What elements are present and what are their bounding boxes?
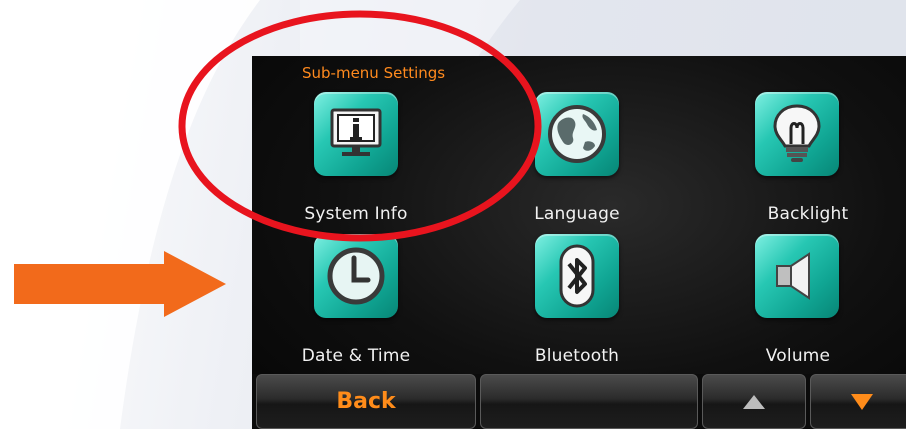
clock-icon <box>327 247 385 305</box>
language-tile[interactable] <box>535 92 619 176</box>
scroll-up-button[interactable] <box>702 374 806 429</box>
volume-tile[interactable] <box>755 234 839 318</box>
scroll-down-button[interactable] <box>810 374 906 429</box>
backlight-tile[interactable] <box>755 92 839 176</box>
bluetooth-icon <box>559 244 595 308</box>
volume-label: Volume <box>765 346 831 366</box>
backlight-label: Backlight <box>767 204 849 224</box>
blank-button[interactable] <box>480 374 698 429</box>
globe-icon <box>548 105 606 163</box>
bluetooth-tile[interactable] <box>535 234 619 318</box>
back-button[interactable]: Back <box>256 374 476 429</box>
bottom-button-bar: Back <box>252 374 906 429</box>
up-arrow-icon <box>743 394 765 409</box>
bluetooth-label: Bluetooth <box>534 346 620 366</box>
back-button-label: Back <box>336 389 396 414</box>
down-arrow-icon <box>851 393 873 410</box>
speaker-icon <box>776 252 810 300</box>
date-time-label: Date & Time <box>301 346 411 366</box>
red-highlight-ellipse <box>178 10 542 242</box>
lightbulb-icon <box>773 104 821 162</box>
orange-arrow-annotation <box>14 251 226 317</box>
